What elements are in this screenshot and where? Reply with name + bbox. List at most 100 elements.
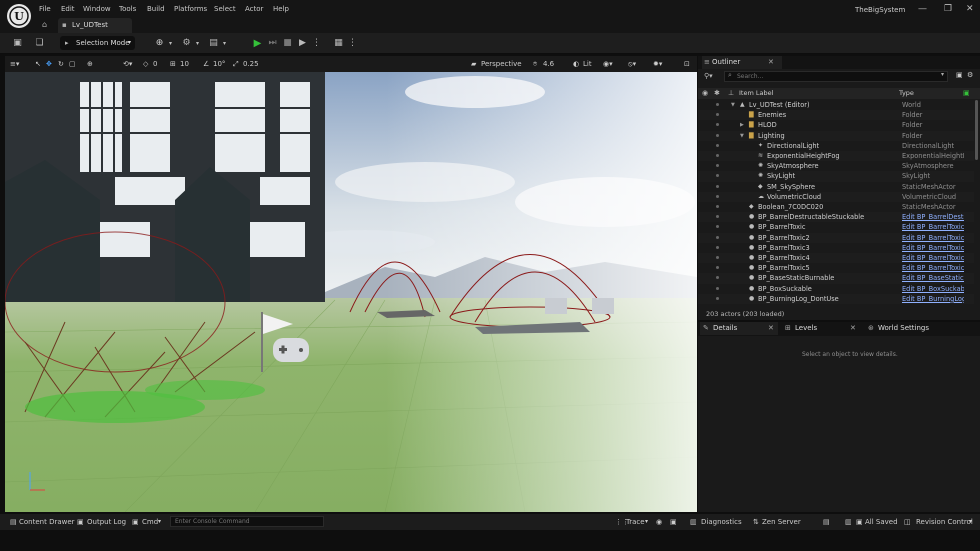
show-flags-icon[interactable]: ◉▾	[603, 59, 613, 69]
trace-dropdown[interactable]: Trace	[626, 517, 645, 527]
outliner-row[interactable]: ● BP_BarrelToxic5 Edit BP_BarrelToxic	[698, 263, 974, 273]
menu-build[interactable]: Build	[147, 5, 165, 13]
cmd-dropdown[interactable]: Cmd	[142, 517, 158, 527]
translate-icon[interactable]: ✥	[46, 59, 52, 69]
outliner-row[interactable]: ◆ Boolean_7C0DC020 StaticMeshActor	[698, 202, 974, 212]
outliner-row[interactable]: ☁ VolumetricCloud VolumetricCloud	[698, 191, 974, 202]
edit-blueprint-link[interactable]: Edit BP_BarrelToxic	[902, 263, 964, 273]
revision-control-button[interactable]: Revision Control	[916, 517, 973, 527]
chevron-down-icon[interactable]: ▾	[165, 38, 176, 49]
step-icon[interactable]: ⏭	[267, 38, 278, 49]
world-settings-tab[interactable]: ⊛ World Settings	[868, 322, 968, 335]
add-folder-icon[interactable]: ▣	[956, 71, 963, 79]
expanded-arrow-icon[interactable]: ▼	[740, 131, 744, 141]
visibility-toggle-icon[interactable]	[716, 184, 719, 188]
visibility-toggle-icon[interactable]	[716, 205, 719, 208]
outliner-row[interactable]: ● BP_BarrelToxic Edit BP_BarrelToxic	[698, 222, 974, 232]
grid-snap-value[interactable]: 10	[180, 59, 189, 69]
edit-blueprint-link[interactable]: Edit BP_BarrelToxic	[902, 222, 964, 232]
scale-snap-value[interactable]: 0.25	[243, 59, 259, 69]
maximize-icon[interactable]: ❐	[944, 4, 952, 14]
visibility-toggle-icon[interactable]	[716, 286, 719, 290]
outliner-row[interactable]: ▶ ▇ HLOD Folder	[698, 120, 974, 130]
edit-blueprint-link[interactable]: Edit BP_BarrelDestru	[902, 212, 964, 222]
save-icon[interactable]: ▣	[12, 38, 23, 49]
chevron-down-icon[interactable]: ▾	[941, 71, 944, 78]
menu-select[interactable]: Select	[214, 5, 236, 13]
settings-icon[interactable]: ⚙	[967, 71, 973, 79]
collapsed-arrow-icon[interactable]: ▶	[740, 120, 744, 130]
chevron-down-icon[interactable]: ▾	[645, 517, 648, 527]
performance-icon[interactable]: ⦸▾	[628, 59, 636, 69]
visibility-toggle-icon[interactable]	[716, 143, 719, 147]
close-tab-icon[interactable]: ✕	[850, 322, 856, 335]
settings-more-icon[interactable]: ⋮	[347, 38, 358, 49]
visibility-toggle-icon[interactable]	[716, 154, 719, 157]
lit-icon[interactable]: ◐	[573, 59, 579, 69]
rotation-snap-icon[interactable]: ◇	[143, 59, 148, 69]
outliner-row[interactable]: ≋ExponentialHeightFogExponentialHeightFo…	[698, 151, 974, 162]
angle-snap-icon[interactable]: ∠	[203, 59, 209, 69]
menu-tools[interactable]: Tools	[119, 5, 136, 13]
visibility-toggle-icon[interactable]	[716, 276, 719, 280]
outliner-row[interactable]: ▼ ▲ Lv_UDTest (Editor) World	[698, 100, 974, 110]
outliner-scrollbar[interactable]	[975, 100, 978, 160]
zen-server-button[interactable]: Zen Server	[762, 517, 801, 527]
content-drawer-button[interactable]: Content Drawer	[19, 517, 75, 527]
menu-help[interactable]: Help	[273, 5, 289, 13]
menu-file[interactable]: File	[39, 5, 51, 13]
rotate-icon[interactable]: ↻	[58, 59, 64, 69]
camera-view-icon[interactable]: ▰	[471, 59, 476, 69]
notifications-icon[interactable]: ▤	[823, 517, 830, 527]
menu-window[interactable]: Window	[83, 5, 111, 13]
edit-blueprint-link[interactable]: Edit BP_BarrelToxic	[902, 253, 964, 263]
outliner-row[interactable]: ● BP_BarrelToxic3 Edit BP_BarrelToxic	[698, 243, 974, 253]
chevron-down-icon[interactable]: ▾	[158, 517, 161, 527]
outliner-row[interactable]: ▇ Enemies Folder	[698, 110, 974, 121]
outliner-row[interactable]: ● BP_BaseStaticBurnable Edit BP_BaseStatic…	[698, 273, 974, 284]
fov-value[interactable]: 4.6	[543, 59, 554, 69]
menu-edit[interactable]: Edit	[61, 5, 75, 13]
home-icon[interactable]: ⌂	[42, 20, 47, 29]
pin-header-icon[interactable]: ⊥	[728, 88, 734, 99]
edit-blueprint-link[interactable]: Edit BP_BarrelToxic	[902, 243, 964, 253]
close-tab-icon[interactable]: ✕	[768, 56, 774, 69]
outliner-row[interactable]: ▼ ▇ Lighting Folder	[698, 130, 974, 141]
unreal-logo-icon[interactable]: U	[7, 4, 31, 28]
lit-dropdown[interactable]: Lit	[583, 59, 592, 69]
outliner-row[interactable]: ● BP_BurningLog_DontUse Edit BP_BurningLog…	[698, 293, 974, 304]
visibility-toggle-icon[interactable]	[716, 266, 719, 270]
platforms-icon[interactable]: ▦	[333, 38, 344, 49]
stop-icon[interactable]: ■	[282, 38, 293, 49]
surface-snap-icon[interactable]: ⟲▾	[123, 59, 132, 69]
outliner-row[interactable]: ✺ SkyAtmosphere SkyAtmosphere	[698, 161, 974, 171]
chevron-down-icon[interactable]: ▾	[192, 38, 203, 49]
maximize-viewport-icon[interactable]: ⊡	[684, 59, 690, 69]
scale-icon[interactable]: ▢	[69, 59, 76, 69]
edit-blueprint-link[interactable]: Edit BP_BurningLog_	[902, 294, 964, 304]
type-header[interactable]: Type	[899, 88, 914, 99]
play-icon[interactable]: ▶	[252, 38, 263, 49]
snapshot-icon[interactable]: ▣	[670, 517, 677, 527]
visibility-toggle-icon[interactable]	[716, 103, 719, 106]
details-tab[interactable]: ✎ Details ✕	[700, 322, 778, 335]
visibility-header-icon[interactable]: ◉	[702, 88, 708, 99]
outliner-row[interactable]: ● BP_BarrelToxic2 Edit BP_BarrelToxic	[698, 232, 974, 243]
source-control-icon[interactable]: ▥	[845, 517, 852, 527]
content-browser-icon[interactable]: ❏	[34, 38, 45, 49]
lock-header-icon[interactable]: ✱	[714, 88, 720, 99]
viewport-settings-icon[interactable]: ✹▾	[653, 59, 662, 69]
fov-icon[interactable]: ⌾	[533, 59, 537, 69]
visibility-toggle-icon[interactable]	[716, 235, 719, 239]
outliner-row[interactable]: ● BP_BarrelDestructableStuckable Edit BP_B…	[698, 212, 974, 223]
visibility-toggle-icon[interactable]	[716, 256, 719, 259]
close-tab-icon[interactable]: ✕	[768, 322, 774, 335]
outliner-row[interactable]: ● BP_BarrelToxic4 Edit BP_BarrelToxic	[698, 253, 974, 264]
edit-blueprint-link[interactable]: Edit BP_BarrelToxic	[902, 233, 964, 243]
menu-actor[interactable]: Actor	[245, 5, 263, 13]
blueprint-icon[interactable]: ⚙	[181, 38, 192, 49]
menu-platforms[interactable]: Platforms	[174, 5, 207, 13]
level-tab[interactable]: ▪ Lv_UDTest	[58, 18, 132, 33]
visibility-toggle-icon[interactable]	[716, 215, 719, 219]
rotation-snap-value[interactable]: 0	[153, 59, 157, 69]
